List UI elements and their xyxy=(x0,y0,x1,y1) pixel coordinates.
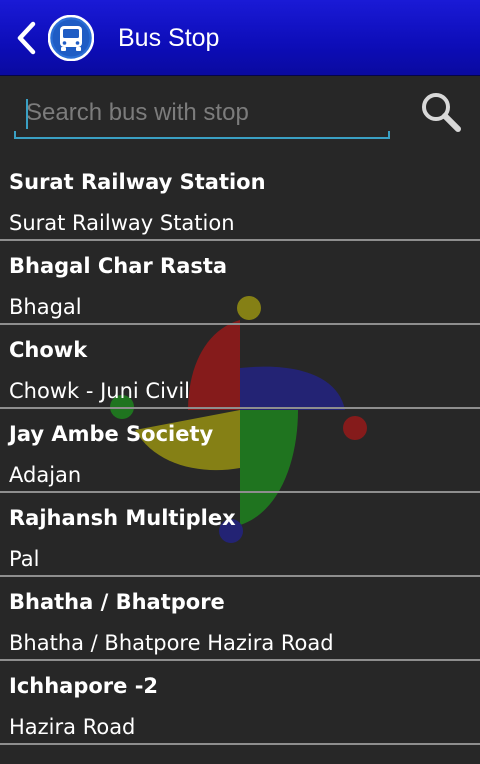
list-item[interactable]: Jay Ambe Society Adajan xyxy=(0,409,480,493)
stop-name: Jay Ambe Society xyxy=(9,422,214,446)
bus-icon xyxy=(47,14,95,62)
text-caret xyxy=(26,99,28,129)
stop-name: Chowk xyxy=(9,338,88,362)
bus-stop-list: Surat Railway Station Surat Railway Stat… xyxy=(0,157,480,745)
list-item[interactable]: Surat Railway Station Surat Railway Stat… xyxy=(0,157,480,241)
stop-area: Bhagal xyxy=(9,295,82,319)
app-logo[interactable] xyxy=(47,14,95,62)
page-title: Bus Stop xyxy=(118,24,220,52)
search-button[interactable] xyxy=(414,87,468,137)
stop-name: Bhatha / Bhatpore xyxy=(9,590,225,614)
stop-area: Bhatha / Bhatpore Hazira Road xyxy=(9,631,334,655)
back-button[interactable] xyxy=(8,18,44,58)
search-icon xyxy=(422,93,461,132)
search-input[interactable] xyxy=(14,89,390,139)
stop-name: Rajhansh Multiplex xyxy=(9,506,236,530)
list-item[interactable]: Bhatha / Bhatpore Bhatha / Bhatpore Hazi… xyxy=(0,577,480,661)
search-underline-left-edge xyxy=(14,131,16,139)
list-item[interactable]: Rajhansh Multiplex Pal xyxy=(0,493,480,577)
stop-name: Ichhapore -2 xyxy=(9,674,159,698)
search-bar xyxy=(0,75,480,151)
search-underline-right-edge xyxy=(388,131,390,139)
list-item[interactable]: Ichhapore -2 Hazira Road xyxy=(0,661,480,745)
stop-area: Chowk - Juni Civil xyxy=(9,379,191,403)
stop-area: Surat Railway Station xyxy=(9,211,235,235)
chevron-left-icon xyxy=(17,21,36,55)
app-header: Bus Stop xyxy=(0,0,480,76)
stop-name: Bhagal Char Rasta xyxy=(9,254,228,278)
list-item[interactable]: Chowk Chowk - Juni Civil xyxy=(0,325,480,409)
stop-name: Surat Railway Station xyxy=(9,170,266,194)
stop-area: Hazira Road xyxy=(9,715,136,739)
stop-area: Adajan xyxy=(9,463,82,487)
stop-area: Pal xyxy=(9,547,40,571)
list-item[interactable]: Bhagal Char Rasta Bhagal xyxy=(0,241,480,325)
